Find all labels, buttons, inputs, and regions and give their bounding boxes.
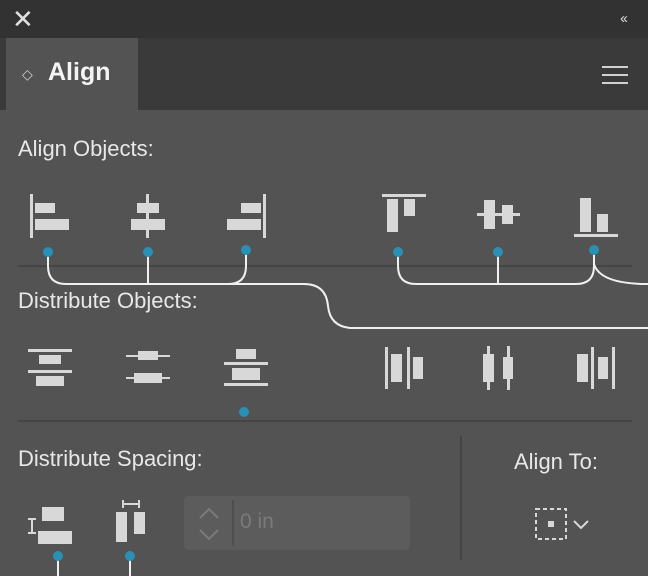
distribute-vertical-centers-icon[interactable] [126,344,170,392]
horizontal-distribute-space-icon[interactable] [112,500,156,548]
tab-align[interactable]: ◇ Align [6,38,138,110]
callout-marker [393,247,403,257]
panel-tab-bar: ◇ Align [0,38,648,110]
panel-title-bar: ✕ ‹‹ [0,0,648,38]
divider [18,265,632,267]
tab-expand-arrows-icon[interactable]: ◇ [22,66,33,83]
distribute-bottom-edges-icon[interactable] [224,344,268,392]
distribute-left-edges-icon[interactable] [382,344,426,392]
callout-marker [493,247,503,257]
align-right-edges-icon[interactable] [224,192,268,240]
align-vertical-centers-icon[interactable] [476,192,520,240]
align-objects-heading: Align Objects: [18,136,154,161]
align-to-selection-dropdown[interactable] [530,505,600,545]
tab-label: Align [48,58,111,86]
distribute-horizontal-centers-icon[interactable] [476,344,520,392]
collapse-panel-icon[interactable]: ‹‹ [620,10,628,27]
divider [18,420,632,422]
callout-marker [241,245,251,255]
distribute-objects-heading: Distribute Objects: [18,288,198,313]
callout-marker [239,407,249,417]
align-bottom-edges-icon[interactable] [574,192,618,240]
callout-marker [143,247,153,257]
distribute-top-edges-icon[interactable] [28,344,72,392]
callout-marker [53,551,63,561]
callout-marker [589,245,599,255]
distribute-right-edges-icon[interactable] [574,344,618,392]
callout-marker [125,551,135,561]
panel-menu-icon[interactable] [602,66,628,84]
close-icon[interactable]: ✕ [12,6,34,32]
align-top-edges-icon[interactable] [382,192,426,240]
divider [460,436,462,560]
align-left-edges-icon[interactable] [28,192,72,240]
spacing-stepper-icon[interactable] [198,504,220,544]
spacing-input-separator [232,500,234,546]
callout-marker [43,247,53,257]
distribute-spacing-input[interactable]: 0 in [184,496,410,550]
align-to-heading: Align To: [514,449,598,474]
vertical-distribute-space-icon[interactable] [28,504,72,552]
distribute-spacing-heading: Distribute Spacing: [18,446,203,471]
align-horizontal-centers-icon[interactable] [126,192,170,240]
spacing-value: 0 in [240,510,274,533]
